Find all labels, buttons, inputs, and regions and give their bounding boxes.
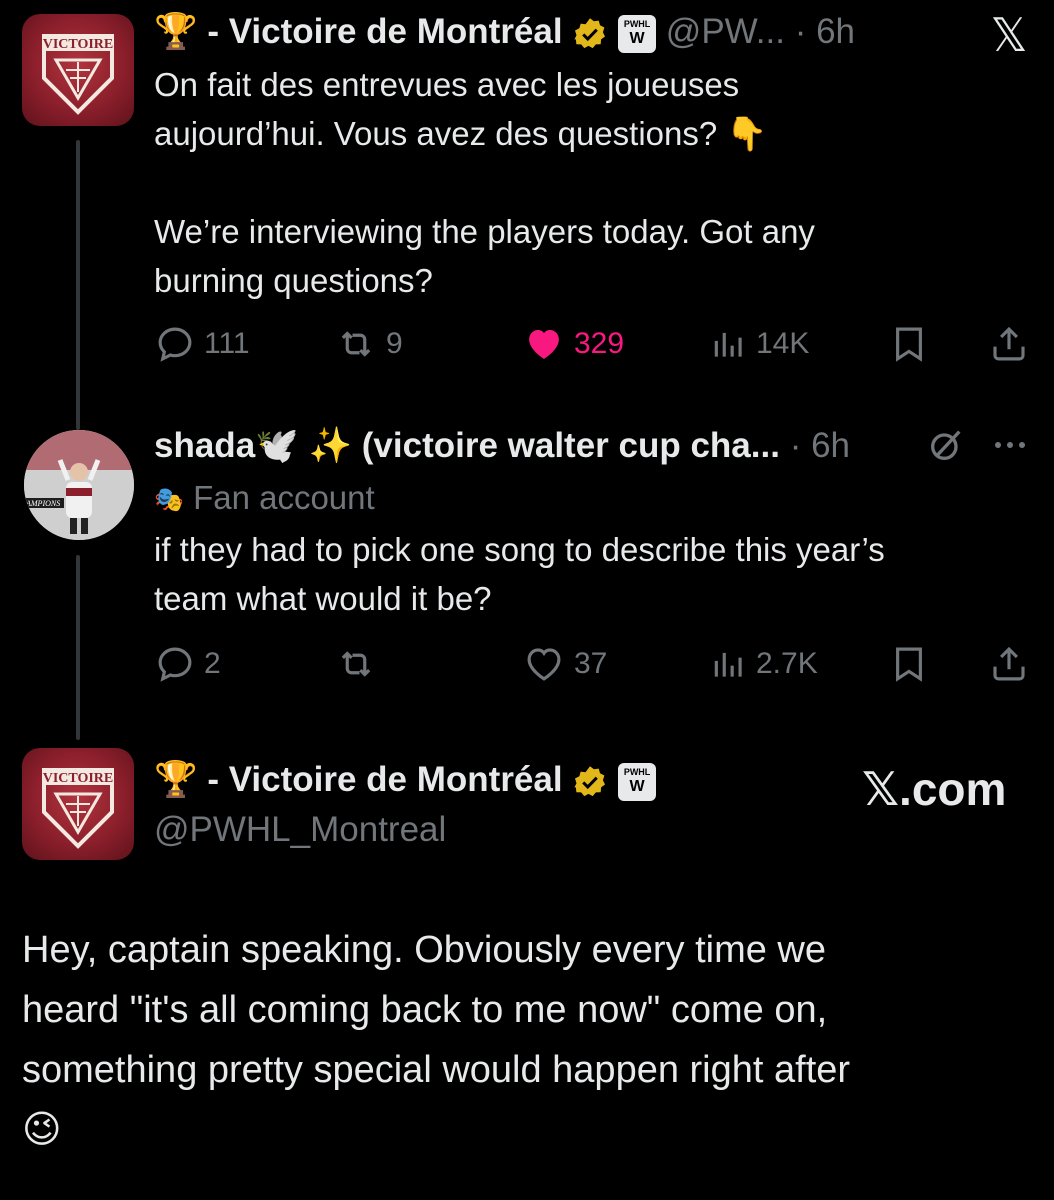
author-name[interactable]: - Victoire de Montréal: [207, 12, 562, 51]
verified-gold-icon: [574, 18, 606, 48]
thread-line: [76, 140, 80, 430]
heart-filled-icon: [529, 330, 559, 359]
like-button[interactable]: 37: [522, 642, 607, 686]
like-count: 329: [574, 327, 625, 360]
grok-icon: [931, 430, 961, 460]
trophy-icon: 🏆: [154, 12, 198, 51]
views-icon: [714, 652, 742, 677]
separator-dot: ·: [794, 12, 807, 51]
author-name[interactable]: - Victoire de Montréal: [207, 760, 562, 799]
grok-button[interactable]: [926, 425, 966, 465]
tweet3-header: 🏆 - Victoire de Montréal PWHL W: [154, 760, 657, 801]
reply-count: 2: [204, 647, 221, 680]
victoire-logo-icon: VICTOIRE: [42, 768, 114, 849]
retweet-icon: [341, 651, 371, 677]
author-handle[interactable]: @PWHL_Montreal: [154, 810, 446, 850]
shada-avatar[interactable]: AMPIONS: [24, 430, 134, 540]
tweet1-line3: We’re interviewing the players today. Go…: [154, 213, 815, 250]
separator-dot: ·: [789, 426, 802, 465]
trophy-icon: 🏆: [154, 760, 198, 799]
tweet3-text: Hey, captain speaking. Obviously every t…: [22, 920, 1032, 1160]
reply-count: 111: [204, 327, 250, 360]
profile-photo-icon: AMPIONS: [24, 430, 134, 540]
like-count: 37: [574, 647, 608, 680]
reply-button[interactable]: 111: [154, 322, 250, 366]
retweet-button[interactable]: [334, 642, 378, 686]
bookmark-icon: [896, 647, 922, 682]
reply-icon: [158, 647, 192, 682]
mask-icon: 🎭: [154, 486, 184, 514]
timestamp[interactable]: 6h: [811, 426, 850, 465]
views-button[interactable]: 2.7K: [710, 642, 818, 686]
tweet2-line2: team what would it be?: [154, 580, 492, 617]
close-button[interactable]: 𝕏: [984, 10, 1034, 60]
svg-text:AMPIONS: AMPIONS: [25, 499, 60, 508]
tweet2-text: if they had to pick one song to describe…: [154, 525, 1034, 623]
more-options-button[interactable]: [990, 430, 1030, 460]
tweet2-header: shada🕊️ ✨ (victoire walter cup cha... · …: [154, 426, 850, 466]
retweet-icon: [341, 331, 371, 357]
like-button[interactable]: 329: [522, 322, 624, 366]
share-button[interactable]: [988, 642, 1030, 686]
tweet1-text: On fait des entrevues avec les joueuses …: [154, 60, 1034, 305]
fan-account-text: Fan account: [193, 479, 375, 516]
share-button[interactable]: [988, 322, 1030, 366]
pwhl-affiliate-badge[interactable]: PWHL W: [618, 762, 657, 801]
tweet2-line1: if they had to pick one song to describe…: [154, 531, 885, 568]
tweet1-header: 🏆 - Victoire de Montréal PWHL W @PW... ·…: [154, 12, 855, 53]
verified-gold-icon: [574, 766, 606, 796]
tweet1-line2: aujourd’hui. Vous avez des questions? 👇: [154, 115, 768, 152]
views-count: 14K: [756, 327, 810, 360]
victoire-avatar[interactable]: VICTOIRE: [22, 14, 134, 126]
heart-outline-icon: [527, 648, 561, 681]
bookmark-icon: [896, 327, 922, 362]
views-icon: [714, 332, 742, 357]
svg-text:VICTOIRE: VICTOIRE: [43, 37, 114, 52]
tweet1-actions: 111 9 329 14K: [154, 322, 1034, 366]
victoire-logo-icon: VICTOIRE: [42, 34, 114, 115]
bookmark-button[interactable]: [888, 322, 930, 366]
tweet2-actions: 2 37 2.7K: [154, 642, 1034, 686]
tweet1-line1: On fait des entrevues avec les joueuses: [154, 66, 740, 103]
fan-account-label: 🎭 Fan account: [154, 478, 375, 520]
tweet3-line3: something pretty special would happen ri…: [22, 1049, 851, 1091]
views-button[interactable]: 14K: [710, 322, 809, 366]
tweet1-line4: burning questions?: [154, 262, 433, 299]
retweet-count: 9: [386, 327, 403, 360]
thread-line: [76, 555, 80, 740]
x-logo-icon: 𝕏: [990, 9, 1028, 61]
wink-emoji-icon: 😉: [22, 1109, 62, 1151]
share-icon: [993, 326, 1025, 361]
tweet3-line2: heard "it's all coming back to me now" c…: [22, 989, 828, 1031]
author-handle[interactable]: @PW...: [666, 12, 785, 51]
reply-icon: [158, 327, 192, 362]
timestamp[interactable]: 6h: [816, 12, 855, 51]
tweet3-line1: Hey, captain speaking. Obviously every t…: [22, 929, 826, 971]
author-name[interactable]: shada🕊️ ✨ (victoire walter cup cha...: [154, 426, 780, 465]
svg-text:VICTOIRE: VICTOIRE: [43, 771, 114, 786]
share-icon: [993, 646, 1025, 681]
ellipsis-icon: [995, 442, 1025, 448]
pwhl-affiliate-badge[interactable]: PWHL W: [618, 14, 657, 53]
views-count: 2.7K: [756, 647, 818, 680]
retweet-button[interactable]: 9: [334, 322, 403, 366]
bookmark-button[interactable]: [888, 642, 930, 686]
victoire-avatar[interactable]: VICTOIRE: [22, 748, 134, 860]
reply-button[interactable]: 2: [154, 642, 221, 686]
x-com-brand: 𝕏.com: [862, 763, 1007, 815]
